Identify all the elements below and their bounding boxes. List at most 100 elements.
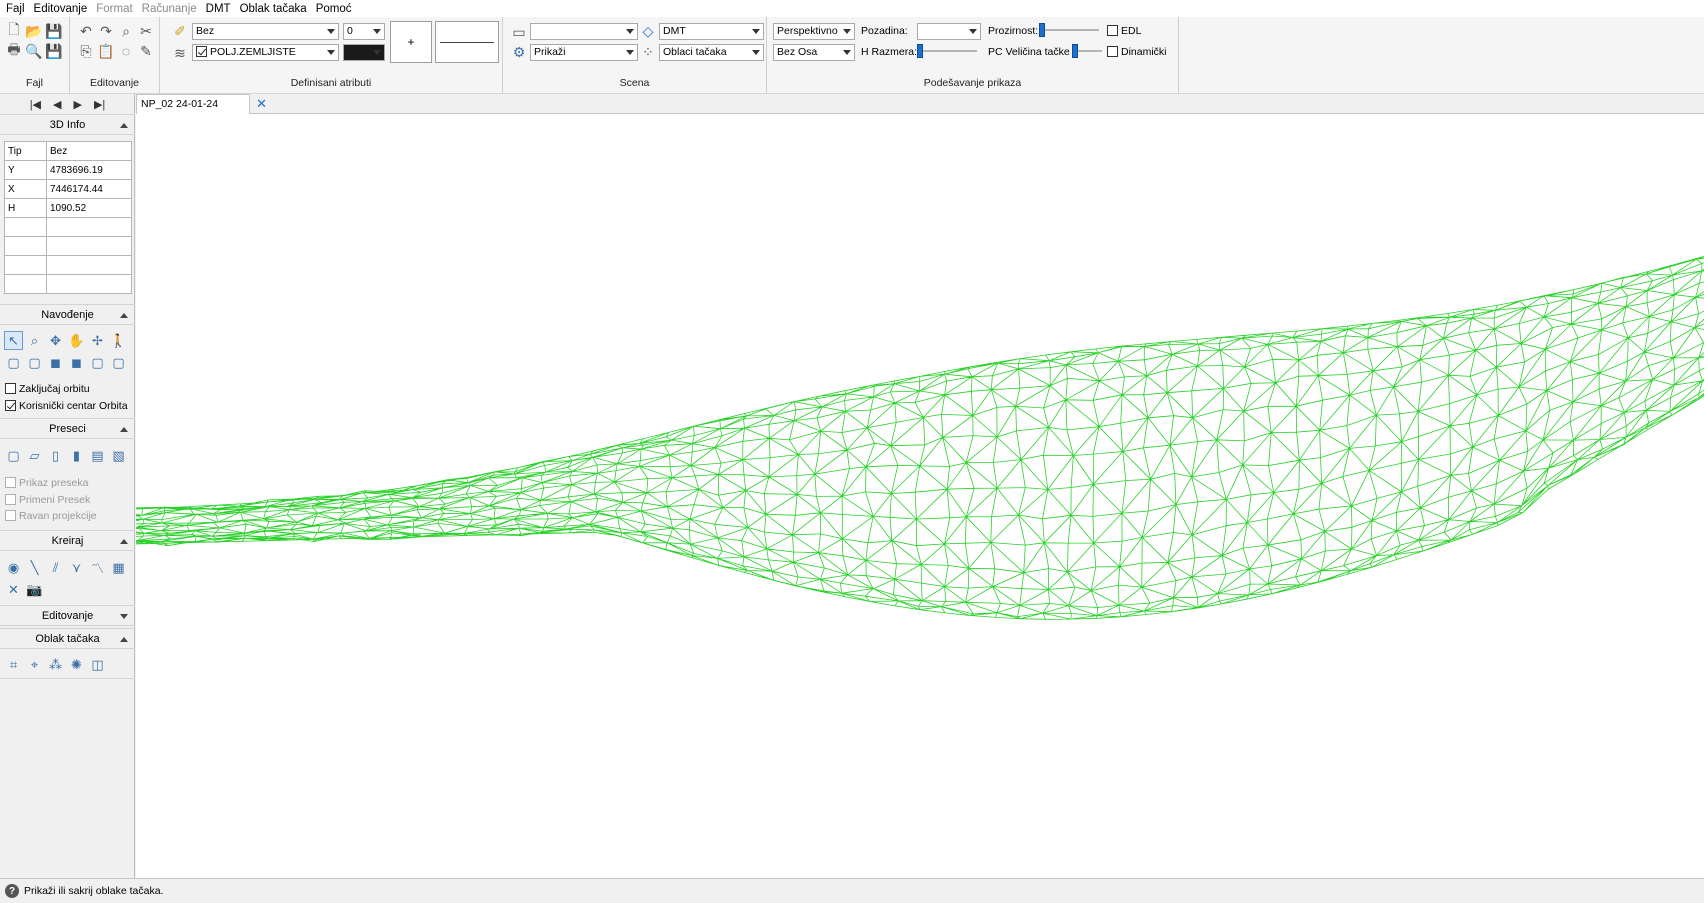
select-tool-icon[interactable]: ↖ bbox=[4, 331, 23, 350]
primeni-presek-checkbox[interactable]: Primeni Presek bbox=[5, 494, 90, 506]
info-value[interactable]: 7446174.44 bbox=[46, 179, 132, 199]
view-bottom-icon[interactable]: ◼ bbox=[67, 353, 86, 372]
pc-velicina-slider[interactable] bbox=[1072, 44, 1102, 58]
double-line-icon[interactable]: ⫽ bbox=[46, 558, 65, 577]
prozirnost-label: Prozirnost: bbox=[988, 25, 1039, 37]
hand-icon[interactable]: ✋ bbox=[67, 331, 86, 350]
3d-viewport[interactable] bbox=[136, 114, 1704, 878]
info-value[interactable]: 4783696.19 bbox=[46, 160, 132, 180]
polyline-icon[interactable]: 〽 bbox=[88, 558, 107, 577]
section-3d-info[interactable]: 3D Info bbox=[0, 114, 135, 135]
info-value[interactable]: Bez bbox=[46, 141, 132, 161]
section-z-icon[interactable]: ▤ bbox=[88, 446, 107, 465]
layer-combo[interactable]: Bez bbox=[192, 23, 339, 40]
prozirnost-slider[interactable] bbox=[1039, 23, 1099, 37]
prikazi-combo[interactable]: Prikaži bbox=[530, 44, 638, 61]
find-icon[interactable]: ⌕ bbox=[116, 21, 136, 41]
view-top-icon[interactable]: ◼ bbox=[46, 353, 65, 372]
zoom-icon[interactable]: ⌕ bbox=[25, 331, 44, 350]
print-icon[interactable]: 🖶 bbox=[4, 41, 24, 61]
menu-oblak-tacaka[interactable]: Oblak tačaka bbox=[238, 3, 314, 15]
korisnicki-centar-checkbox[interactable]: Korisnički centar Orbita bbox=[5, 400, 128, 412]
point-tool-icon[interactable]: ◉ bbox=[4, 558, 23, 577]
cloud-tool-4-icon[interactable]: ✺ bbox=[67, 655, 86, 674]
zakljucaj-orbitu-checkbox[interactable]: Zaključaj orbitu bbox=[5, 383, 90, 395]
color-combo[interactable] bbox=[343, 44, 385, 61]
prev-icon[interactable]: ◀ bbox=[53, 98, 61, 111]
section-preseci[interactable]: Preseci bbox=[0, 418, 135, 439]
cloud-tool-2-icon[interactable]: ⌖ bbox=[25, 655, 44, 674]
prikaz-preseka-checkbox[interactable]: Prikaz preseka bbox=[5, 477, 88, 489]
cross-tool-icon[interactable]: ✕ bbox=[4, 580, 23, 599]
lasso-icon[interactable]: ◌ bbox=[116, 41, 136, 61]
skip-first-icon[interactable]: |◀ bbox=[30, 98, 41, 111]
menu-format[interactable]: Format bbox=[94, 3, 139, 15]
cut-icon[interactable]: ✂ bbox=[136, 21, 156, 41]
menu-dmt[interactable]: DMT bbox=[204, 3, 238, 15]
orbit-icon[interactable]: ✢ bbox=[88, 331, 107, 350]
copy-icon[interactable]: ⎘ bbox=[76, 41, 96, 61]
section-editovanje[interactable]: Editovanje bbox=[0, 605, 135, 626]
grid-tool-icon[interactable]: ▦ bbox=[109, 558, 128, 577]
scene-combo[interactable] bbox=[530, 23, 638, 40]
view-left-icon[interactable]: ▢ bbox=[88, 353, 107, 372]
dmt-combo[interactable]: DMT bbox=[659, 23, 764, 40]
h-razmera-slider[interactable] bbox=[917, 44, 977, 58]
brush-icon[interactable]: ✎ bbox=[136, 41, 156, 61]
menu-pomoc[interactable]: Pomoć bbox=[314, 3, 359, 15]
view-back-icon[interactable]: ▢ bbox=[25, 353, 44, 372]
undo-icon[interactable]: ↶ bbox=[76, 21, 96, 41]
section-box-icon[interactable]: ▢ bbox=[4, 446, 23, 465]
line-style-preview[interactable] bbox=[435, 21, 499, 63]
section-x-icon[interactable]: ▯ bbox=[46, 446, 65, 465]
view-right-icon[interactable]: ▢ bbox=[109, 353, 128, 372]
camera-icon[interactable]: 📷 bbox=[25, 580, 44, 599]
section-y-icon[interactable]: ▮ bbox=[67, 446, 86, 465]
pozadina-label: Pozadina: bbox=[861, 25, 908, 37]
cloud-tool-5-icon[interactable]: ◫ bbox=[88, 655, 107, 674]
new-file-icon[interactable]: 🗋 bbox=[4, 21, 24, 41]
skip-last-icon[interactable]: ▶| bbox=[94, 98, 105, 111]
line-tool-icon[interactable]: ╲ bbox=[25, 558, 44, 577]
redo-icon[interactable]: ↷ bbox=[96, 21, 116, 41]
add-attribute-button[interactable]: + bbox=[390, 21, 432, 63]
info-value[interactable]: 1090.52 bbox=[46, 198, 132, 218]
open-folder-icon[interactable]: 📂 bbox=[24, 21, 44, 41]
menu-racunanje[interactable]: Računanje bbox=[140, 3, 204, 15]
tab-np02[interactable]: NP_02 24-01-24 ✕ bbox=[136, 94, 267, 114]
cloud-tool-3-icon[interactable]: ⁂ bbox=[46, 655, 65, 674]
info-key: Y bbox=[4, 160, 47, 180]
section-kreiraj[interactable]: Kreiraj bbox=[0, 530, 135, 551]
info-value[interactable] bbox=[46, 217, 132, 237]
save-icon[interactable]: 💾 bbox=[44, 21, 64, 41]
layer-number-combo[interactable]: 0 bbox=[343, 23, 385, 40]
info-value[interactable] bbox=[46, 236, 132, 256]
info-value[interactable] bbox=[46, 255, 132, 275]
section-navodjenje[interactable]: Navođenje bbox=[0, 304, 135, 325]
section-clear-icon[interactable]: ▧ bbox=[109, 446, 128, 465]
menu-editovanje[interactable]: Editovanje bbox=[32, 3, 95, 15]
walk-icon[interactable]: 🚶 bbox=[109, 331, 128, 350]
cloud-tool-1-icon[interactable]: ⌗ bbox=[4, 655, 23, 674]
close-icon[interactable]: ✕ bbox=[256, 95, 267, 113]
menu-fajl[interactable]: Fajl bbox=[4, 3, 32, 15]
ravan-projekcije-checkbox[interactable]: Ravan projekcije bbox=[5, 510, 97, 522]
view-front-icon[interactable]: ▢ bbox=[4, 353, 23, 372]
oblaci-combo[interactable]: Oblaci tačaka bbox=[659, 44, 764, 61]
projection-combo[interactable]: Perspektivno bbox=[773, 23, 855, 40]
print-preview-icon[interactable]: 🔍 bbox=[24, 41, 44, 61]
pc-velicina-label: PC Veličina tačke bbox=[988, 46, 1070, 58]
save-as-icon[interactable]: 💾 bbox=[44, 41, 64, 61]
next-icon[interactable]: ▶ bbox=[74, 98, 82, 111]
feature-combo[interactable]: POLJ.ZEMLJISTE bbox=[192, 44, 339, 61]
paste-icon[interactable]: 📋 bbox=[96, 41, 116, 61]
pozadina-combo[interactable] bbox=[917, 23, 981, 40]
fan-lines-icon[interactable]: ⋎ bbox=[67, 558, 86, 577]
section-oblak-tacaka[interactable]: Oblak tačaka bbox=[0, 628, 135, 649]
section-plane-icon[interactable]: ▱ bbox=[25, 446, 44, 465]
edl-checkbox[interactable]: EDL bbox=[1107, 25, 1141, 37]
info-value[interactable] bbox=[46, 274, 132, 294]
axes-combo[interactable]: Bez Osa bbox=[773, 44, 855, 61]
pan-icon[interactable]: ✥ bbox=[46, 331, 65, 350]
dinamicki-checkbox[interactable]: Dinamički bbox=[1107, 46, 1167, 58]
